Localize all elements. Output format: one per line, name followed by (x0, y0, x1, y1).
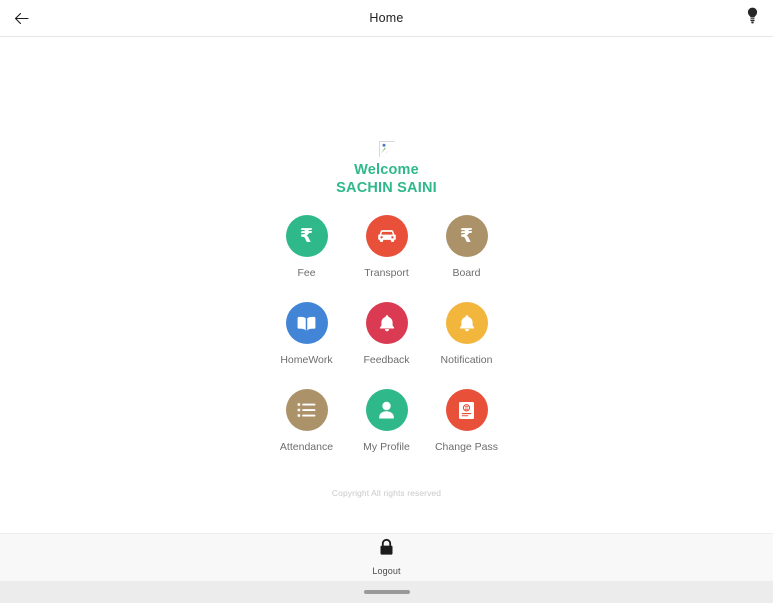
menu-item-label: Attendance (279, 441, 334, 453)
bell-icon (458, 314, 476, 333)
arrow-left-icon (14, 12, 29, 25)
book-icon (296, 315, 317, 332)
rupee-icon: ₹ (459, 224, 474, 247)
menu-item-label: Change Pass (434, 441, 499, 453)
welcome-greeting: Welcome (354, 162, 419, 178)
lightbulb-icon (747, 7, 758, 29)
menu-item-transport[interactable]: Transport (347, 215, 427, 280)
menu-item-board[interactable]: ₹ Board (427, 215, 507, 280)
profile-photo-broken-image-icon (378, 141, 395, 157)
menu-item-label: Feedback (363, 354, 410, 366)
menu-item-label: Transport (364, 267, 409, 279)
menu-icon-circle: ₹ (285, 215, 328, 257)
page-body: Welcome SACHIN SAINI ₹ Fee Transport ₹ B… (0, 38, 773, 533)
menu-icon-circle (445, 302, 488, 344)
menu-item-notification[interactable]: Notification (427, 302, 507, 367)
menu-item-change-pass[interactable]: Change Pass (427, 389, 507, 454)
home-content: Welcome SACHIN SAINI ₹ Fee Transport ₹ B… (0, 38, 773, 498)
menu-icon-circle (285, 302, 328, 344)
page-title: Home (369, 11, 404, 25)
menu-icon-circle (445, 389, 488, 431)
menu-item-homework[interactable]: HomeWork (267, 302, 347, 367)
menu-item-feedback[interactable]: Feedback (347, 302, 427, 367)
id-card-icon (458, 401, 475, 420)
bottom-bar: Logout (0, 533, 773, 581)
menu-icon-circle (365, 302, 408, 344)
lightbulb-button[interactable] (739, 5, 765, 31)
menu-icon-circle: ₹ (445, 215, 488, 257)
home-indicator[interactable] (363, 590, 410, 594)
menu-item-label: Fee (297, 267, 316, 279)
home-indicator-area (0, 581, 773, 603)
menu-item-label: Notification (440, 354, 493, 366)
menu-item-fee[interactable]: ₹ Fee (267, 215, 347, 280)
menu-icon-circle (365, 215, 408, 257)
lock-icon (379, 538, 394, 561)
car-icon (376, 228, 398, 244)
list-icon (297, 402, 316, 418)
menu-grid: ₹ Fee Transport ₹ Board HomeWork Feedbac… (267, 215, 507, 454)
bell-icon (378, 314, 396, 333)
person-icon (378, 401, 395, 420)
menu-item-label: Board (452, 267, 481, 279)
menu-icon-circle (365, 389, 408, 431)
welcome-user-name: SACHIN SAINI (336, 180, 437, 196)
menu-item-label: HomeWork (280, 354, 333, 366)
menu-item-my-profile[interactable]: My Profile (347, 389, 427, 454)
back-button[interactable] (8, 5, 34, 31)
logout-label: Logout (372, 565, 401, 576)
logout-button[interactable]: Logout (372, 538, 400, 578)
menu-item-attendance[interactable]: Attendance (267, 389, 347, 454)
rupee-icon: ₹ (299, 224, 314, 247)
menu-item-label: My Profile (363, 441, 410, 453)
app-header: Home (0, 0, 773, 37)
menu-icon-circle (285, 389, 328, 431)
copyright-text: Copyright All rights reserved (331, 488, 442, 498)
